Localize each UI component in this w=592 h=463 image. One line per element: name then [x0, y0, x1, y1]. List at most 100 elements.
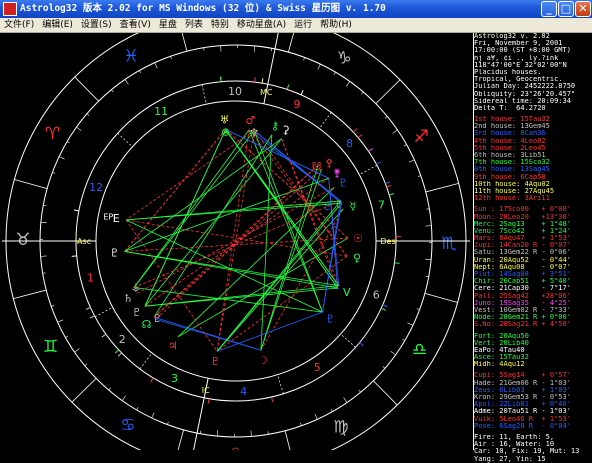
planet-position-line: Pall: 25Sag42 +28°06' [474, 293, 592, 300]
menu-edit[interactable]: 编辑(E) [38, 18, 77, 32]
house-cusp-line: 10th house: 4Aqu02 [474, 181, 592, 188]
chart-info-line: Julian Day: 2452222.8750 [474, 83, 592, 90]
descendant-label: Des [380, 237, 395, 246]
degree-tick [139, 70, 140, 73]
sign-boundary [373, 381, 397, 405]
house-cusp-line: 3rd house: 8Can36 [474, 130, 592, 137]
planet-position-line: Node: 28Gem21 R + 0°00' [474, 314, 592, 321]
menu-file[interactable]: 文件(F) [0, 18, 38, 32]
planet-tick [385, 182, 390, 184]
degree-tick [171, 56, 172, 59]
degree-tick [331, 409, 332, 412]
uranian-position-line: Pose: 6Sag28 R - 0°04' [474, 423, 592, 430]
sign-boundary [285, 431, 294, 450]
chart-info-line: Fri, November 9, 2001 [474, 40, 592, 47]
element-summary-line: Yang: 27, Yin: 15 [474, 456, 592, 463]
degree-tick [393, 130, 398, 133]
menu-chart[interactable]: 星盘 [155, 18, 181, 32]
planet-tick [358, 134, 362, 137]
close-button[interactable]: ✕ [575, 1, 591, 17]
menu-help[interactable]: 帮助(H) [316, 18, 356, 32]
degree-tick [334, 72, 336, 75]
chart-info-line: nj a¥, ¢i ., ly.?ink [474, 55, 592, 62]
planet-tick [381, 308, 386, 310]
point-position-line: Fort: 20Aqu50 [474, 333, 592, 340]
house-cusp-line [319, 112, 331, 128]
degree-tick [58, 320, 63, 322]
planet-tick [395, 263, 400, 264]
planet-glyph: ♂ [245, 114, 255, 127]
menu-run[interactable]: 运行 [290, 18, 316, 32]
degree-tick [43, 205, 46, 206]
title-bar[interactable]: Astrolog32 版本 2.02 for MS Windows (32 位)… [0, 0, 592, 18]
uranian-position-line: Kron: 29Gem53 R - 0°53' [474, 394, 592, 401]
planet-tick [301, 90, 303, 95]
planet-tick [389, 194, 394, 195]
chart-wheel[interactable]: ♈♉♊♋♌♍♎♏♐♑♒♓123456789101112AscDesMCICEP☉… [0, 33, 472, 450]
sign-boundary [72, 378, 96, 402]
planet-position-line: Plut: 14Sag08 + 3°51' [474, 271, 592, 278]
house-number: 9 [294, 98, 301, 111]
planet-tick [86, 307, 91, 309]
aspect-line [226, 129, 329, 178]
house-cusp-line [118, 133, 133, 146]
planet-position-line: Cere: 21Cap30 - 7°17' [474, 285, 592, 292]
degree-tick [304, 57, 305, 60]
uranian-position-line: Zeus: 6Lib03 + 1°03' [474, 387, 592, 394]
sign-boundary [288, 33, 297, 52]
degree-tick [418, 176, 421, 177]
planet-position-line: Chir: 26Cap51 + 5°40' [474, 278, 592, 285]
planet-position-line: Vest: 10Gem02 R - 7°33' [474, 307, 592, 314]
degree-tick [125, 79, 128, 84]
house-cusp-line [278, 375, 284, 394]
point-position-line: Asce: 15Tau32 [474, 354, 592, 361]
sign-boundary [175, 430, 184, 450]
planet-glyph: ☽ [258, 354, 268, 367]
planet-glyph: ♃ [168, 339, 178, 352]
degree-tick [51, 305, 54, 306]
point-position-line: EaPo: 4Tau40 [474, 347, 592, 354]
house-number: 3 [171, 372, 178, 385]
planet-glyph: ♇ [132, 306, 142, 319]
maximize-button[interactable]: □ [558, 1, 574, 17]
degree-tick [155, 63, 157, 68]
zodiac-sign-glyph: ♓ [123, 47, 138, 67]
sign-boundary [75, 77, 99, 101]
planet-glyph: ♄ [123, 292, 133, 305]
zodiac-sign-glyph: ♉ [15, 230, 30, 250]
menu-animate[interactable]: 移动星盘(A) [233, 18, 290, 32]
menu-list[interactable]: 列表 [181, 18, 207, 32]
planet-position-line: Sun : 17Sco00 + 0°00' [474, 206, 592, 213]
planet-glyph: ⚷ [271, 119, 279, 132]
planet-glyph: ☉ [353, 232, 363, 245]
sign-boundary [425, 293, 458, 302]
degree-tick [391, 351, 396, 354]
menu-settings[interactable]: 设置(S) [77, 18, 116, 32]
element-summary-line: Car: 10, Fix: 19, Mut: 13 [474, 448, 592, 455]
degree-tick [87, 114, 89, 116]
app-icon[interactable] [3, 2, 17, 16]
degree-tick [67, 142, 70, 144]
planet-position-line: S.No: 28Sag21 R + 4°50' [474, 321, 592, 328]
chart-wheel-area[interactable]: ♈♉♊♋♌♍♎♏♐♑♒♓123456789101112AscDesMCICEP☉… [0, 33, 472, 450]
planet-tick [90, 316, 94, 318]
degree-tick [111, 90, 113, 92]
degree-tick [271, 48, 272, 51]
imum-coeli-label: IC [202, 386, 210, 395]
menu-view[interactable]: 查看(V) [116, 18, 155, 32]
menu-bar: 文件(F)编辑(E)设置(S)查看(V)星盘列表特别移动星盘(A)运行帮助(H) [0, 18, 592, 33]
sign-boundary [14, 180, 47, 189]
planet-position-line: Mars: 8Aqu47 + 1°53' [474, 235, 592, 242]
planet-tick [360, 343, 364, 346]
uranian-position-line: Apol: 22Lib01 + 0°40' [474, 401, 592, 408]
planet-tick [387, 185, 392, 187]
degree-tick [109, 388, 111, 390]
menu-special[interactable]: 特别 [207, 18, 233, 32]
planet-tick [115, 350, 119, 353]
planet-position-line: Satu: 13Gem22 R - 0°06' [474, 249, 592, 256]
planet-position-line: Moon: 28Leo20 +13°30' [474, 214, 592, 221]
degree-tick [407, 323, 412, 326]
planet-glyph: V [343, 286, 351, 299]
zodiac-sign-glyph: ♎ [412, 340, 427, 360]
minimize-button[interactable]: _ [541, 1, 557, 17]
